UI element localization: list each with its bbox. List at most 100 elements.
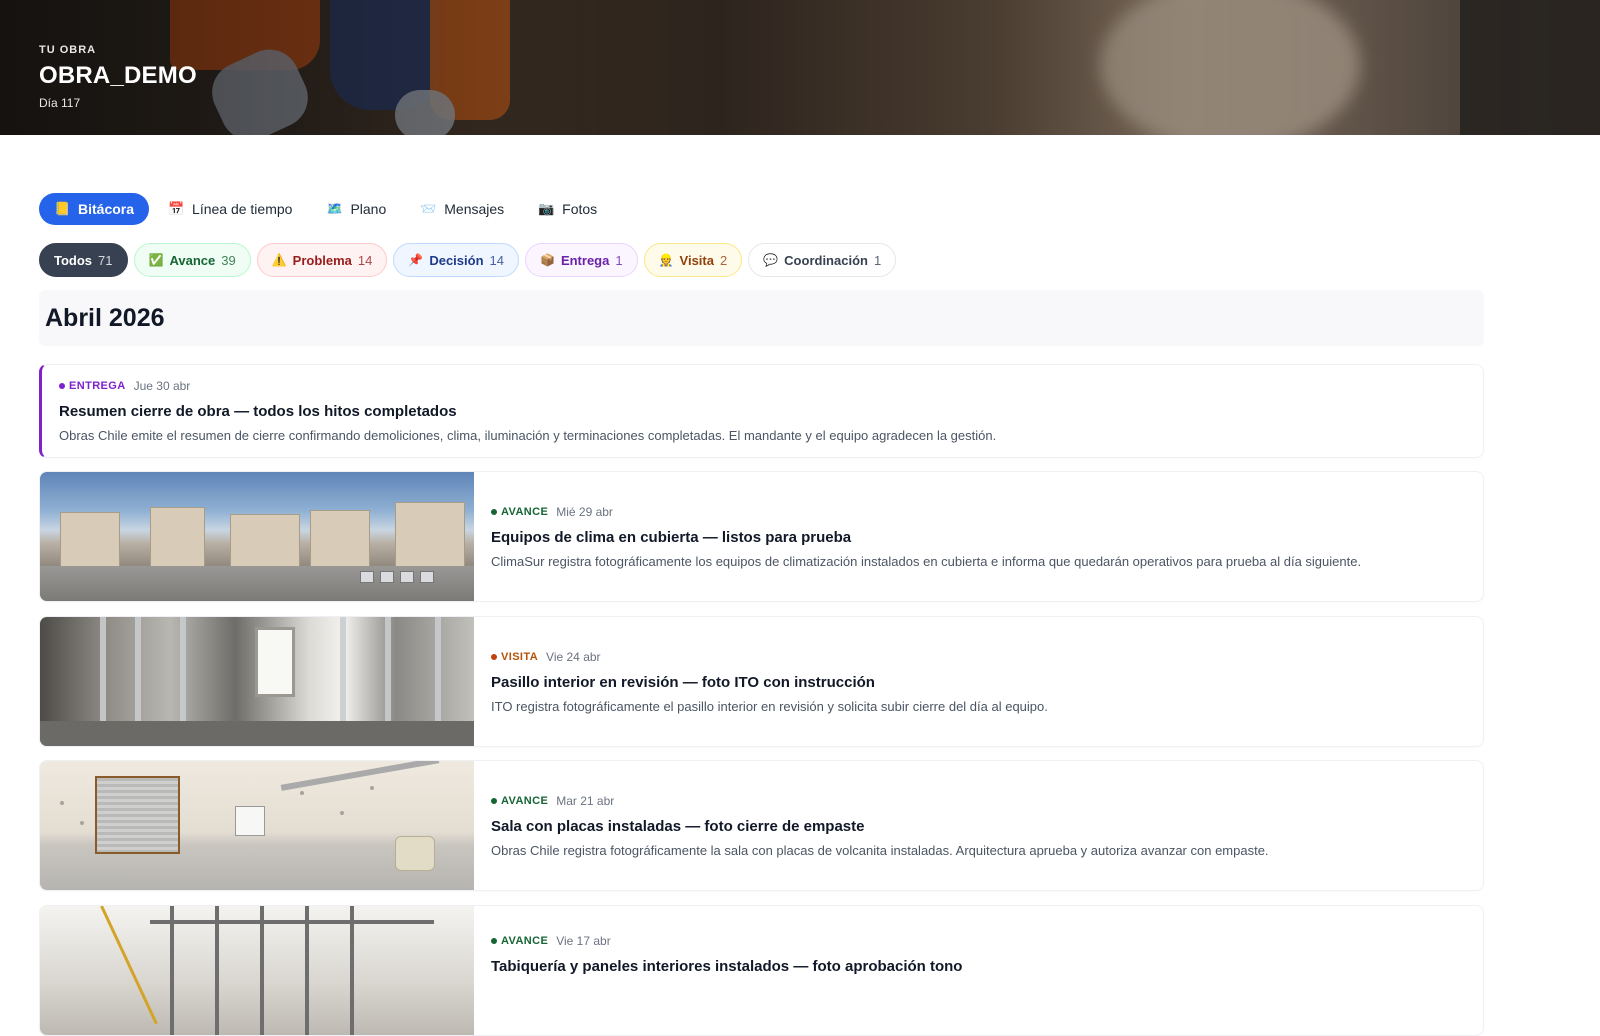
tab-label: Mensajes bbox=[444, 201, 505, 217]
log-entry-card[interactable]: AVANCE Vie 17 abr Tabiquería y paneles i… bbox=[39, 905, 1484, 1036]
tab-plano[interactable]: 🗺️ Plano bbox=[311, 193, 401, 225]
kind-dot-icon bbox=[491, 653, 497, 660]
photo-detail bbox=[150, 507, 205, 567]
photo-detail bbox=[260, 906, 264, 1035]
log-entry-card[interactable]: AVANCE Mié 29 abr Equipos de clima en cu… bbox=[39, 471, 1484, 602]
photo-detail bbox=[395, 836, 435, 871]
entry-photo-thumbnail[interactable] bbox=[40, 906, 474, 1035]
project-title: OBRA_DEMO bbox=[39, 62, 197, 89]
chip-label: Coordinación bbox=[784, 252, 868, 268]
entry-date: Vie 24 abr bbox=[546, 649, 601, 664]
entry-photo-thumbnail[interactable] bbox=[40, 761, 474, 890]
filter-chip-entrega[interactable]: 📦 Entrega 1 bbox=[524, 243, 638, 277]
log-entry-card[interactable]: AVANCE Mar 21 abr Sala con placas instal… bbox=[39, 760, 1484, 891]
photo-detail bbox=[215, 906, 219, 1035]
entry-title: Resumen cierre de obra — todos los hitos… bbox=[59, 403, 457, 420]
entry-meta: AVANCE Mar 21 abr bbox=[491, 794, 1269, 808]
hero-kicker: TU OBRA bbox=[39, 44, 97, 56]
entry-kind: AVANCE bbox=[501, 505, 549, 518]
entry-kind: ENTREGA bbox=[69, 380, 126, 392]
entry-kind-badge: ENTREGA bbox=[59, 380, 126, 392]
filter-chip-decision[interactable]: 📌 Decisión 14 bbox=[393, 243, 519, 277]
photo-detail bbox=[60, 512, 120, 567]
chip-count: 14 bbox=[489, 252, 504, 268]
photo-detail bbox=[150, 920, 434, 924]
photo-detail bbox=[95, 776, 180, 854]
chip-count: 2 bbox=[719, 252, 728, 268]
tab-label: Bitácora bbox=[78, 201, 135, 217]
category-filters: Todos 71 ✅ Avance 39 ⚠️ Problema 14 📌 De… bbox=[39, 243, 897, 277]
entry-title: Sala con placas instaladas — foto cierre… bbox=[491, 817, 865, 835]
package-icon: 📦 bbox=[539, 253, 555, 267]
filter-chip-visita[interactable]: 👷 Visita 2 bbox=[643, 243, 743, 277]
map-icon: 🗺️ bbox=[326, 201, 343, 216]
chip-label: Entrega bbox=[560, 252, 610, 268]
entry-description: Obras Chile registra fotográficamente la… bbox=[491, 842, 1269, 858]
photo-detail bbox=[170, 906, 174, 1035]
project-hero-banner: TU OBRA OBRA_DEMO Día 117 bbox=[0, 0, 1600, 135]
photo-detail bbox=[310, 510, 370, 567]
entry-kind-badge: VISITA bbox=[491, 651, 538, 663]
tab-mensajes[interactable]: 📨 Mensajes bbox=[405, 193, 519, 225]
entry-date: Jue 30 abr bbox=[133, 379, 191, 393]
log-entry-card[interactable]: ENTREGA Jue 30 abr Resumen cierre de obr… bbox=[39, 364, 1484, 458]
photo-detail bbox=[400, 571, 414, 583]
photo-detail bbox=[380, 571, 394, 583]
entry-kind: AVANCE bbox=[501, 935, 549, 947]
chip-count: 1 bbox=[615, 252, 623, 268]
chip-count: 39 bbox=[221, 252, 236, 268]
photo-detail bbox=[370, 786, 374, 790]
filter-chip-todos[interactable]: Todos 71 bbox=[39, 243, 128, 277]
photo-detail bbox=[40, 721, 474, 746]
entry-body: AVANCE Mié 29 abr Equipos de clima en cu… bbox=[474, 472, 1378, 601]
photo-detail bbox=[360, 571, 374, 583]
entry-body: AVANCE Vie 17 abr Tabiquería y paneles i… bbox=[474, 906, 979, 1035]
chip-count: 1 bbox=[873, 252, 882, 268]
chip-label: Problema bbox=[292, 252, 352, 268]
entry-description: ITO registra fotográficamente el pasillo… bbox=[491, 698, 1048, 714]
chip-count: 14 bbox=[357, 252, 373, 268]
entry-photo-thumbnail[interactable] bbox=[40, 617, 474, 746]
notebook-icon: 📒 bbox=[54, 201, 71, 216]
photo-detail bbox=[420, 571, 434, 583]
entry-meta: ENTREGA Jue 30 abr bbox=[59, 379, 996, 393]
photo-detail bbox=[255, 627, 295, 697]
entry-title: Tabiquería y paneles interiores instalad… bbox=[491, 958, 963, 975]
kind-dot-icon bbox=[491, 797, 497, 804]
warning-icon: ⚠️ bbox=[271, 253, 287, 267]
pushpin-icon: 📌 bbox=[408, 253, 424, 267]
entry-title: Equipos de clima en cubierta — listos pa… bbox=[491, 528, 852, 546]
tab-fotos[interactable]: 📷 Fotos bbox=[523, 193, 612, 225]
photo-detail bbox=[350, 906, 354, 1035]
photo-detail bbox=[60, 801, 64, 805]
chip-label: Decisión bbox=[429, 252, 484, 268]
filter-chip-problema[interactable]: ⚠️ Problema 14 bbox=[256, 243, 388, 277]
entry-kind-badge: AVANCE bbox=[491, 506, 548, 518]
chip-label: Visita bbox=[679, 252, 714, 268]
tab-bitacora[interactable]: 📒 Bitácora bbox=[39, 193, 150, 225]
tab-linea-de-tiempo[interactable]: 📅 Línea de tiempo bbox=[153, 193, 307, 225]
photo-detail bbox=[340, 811, 344, 815]
photo-detail bbox=[300, 791, 304, 795]
calendar-icon: 📅 bbox=[168, 201, 185, 216]
entry-body: AVANCE Mar 21 abr Sala con placas instal… bbox=[474, 761, 1286, 890]
chip-label: Todos bbox=[54, 252, 93, 268]
entry-kind-badge: AVANCE bbox=[491, 935, 548, 947]
filter-chip-avance[interactable]: ✅ Avance 39 bbox=[133, 243, 251, 277]
entry-kind-badge: AVANCE bbox=[491, 795, 548, 807]
tab-label: Fotos bbox=[562, 201, 598, 217]
entry-date: Vie 17 abr bbox=[556, 934, 611, 948]
entry-body: ENTREGA Jue 30 abr Resumen cierre de obr… bbox=[42, 365, 1013, 457]
entry-date: Mar 21 abr bbox=[556, 793, 615, 808]
log-entry-card[interactable]: VISITA Vie 24 abr Pasillo interior en re… bbox=[39, 616, 1484, 747]
tab-label: Línea de tiempo bbox=[192, 201, 293, 217]
entry-description: Obras Chile emite el resumen de cierre c… bbox=[59, 428, 997, 443]
entry-date: Mié 29 abr bbox=[556, 504, 613, 519]
photo-detail bbox=[235, 806, 265, 836]
entry-kind: AVANCE bbox=[501, 794, 549, 807]
filter-chip-coordinacion[interactable]: 💬 Coordinación 1 bbox=[748, 243, 897, 277]
entry-meta: AVANCE Mié 29 abr bbox=[491, 505, 1361, 519]
chip-count: 71 bbox=[98, 252, 113, 268]
photo-detail bbox=[80, 821, 84, 825]
entry-photo-thumbnail[interactable] bbox=[40, 472, 474, 601]
